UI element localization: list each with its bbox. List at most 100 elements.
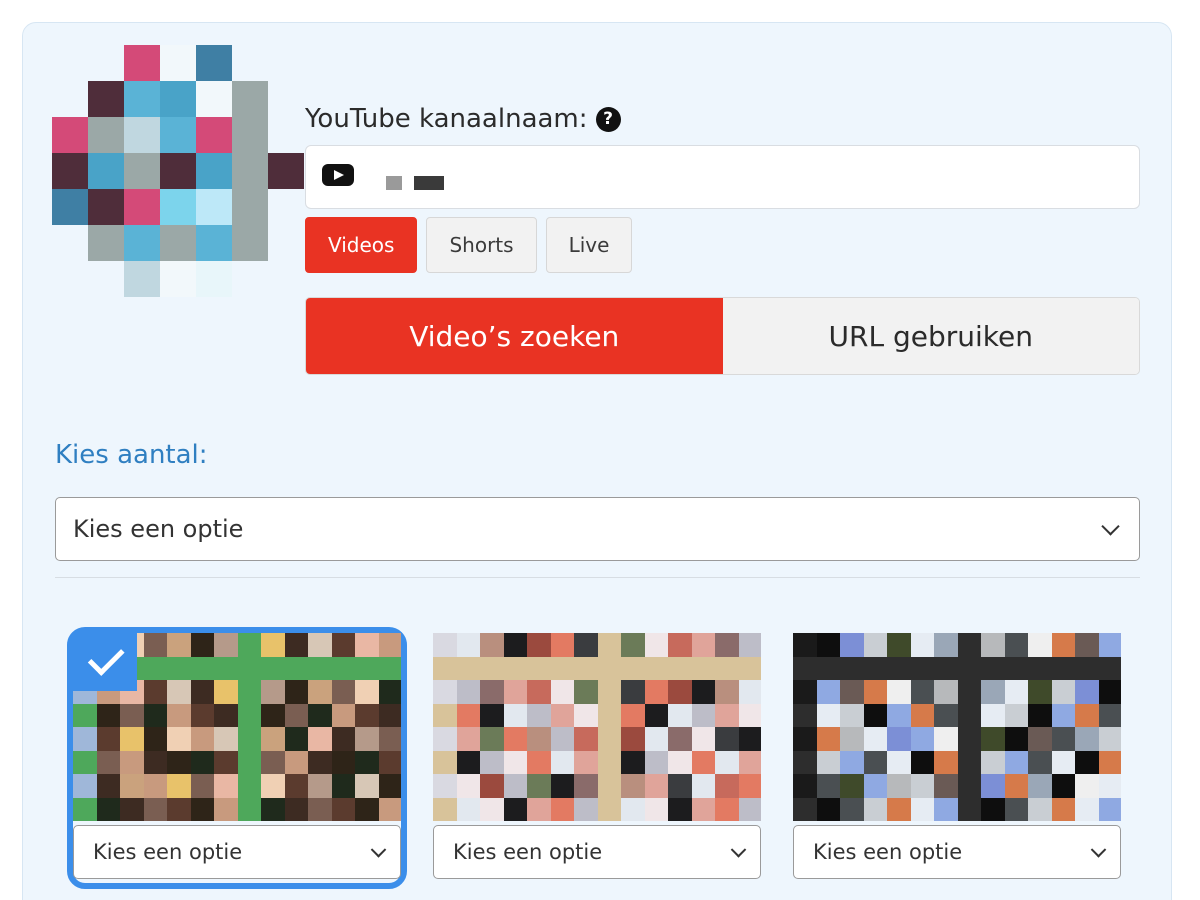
mosaic-pixel bbox=[934, 703, 958, 727]
mosaic-pixel bbox=[816, 680, 840, 704]
mosaic-pixel bbox=[715, 656, 739, 680]
mosaic-pixel bbox=[480, 656, 504, 680]
video-option-select[interactable]: Kies een optie bbox=[433, 825, 761, 879]
mosaic-pixel bbox=[1004, 633, 1028, 657]
mosaic-pixel bbox=[957, 656, 981, 680]
mosaic-pixel bbox=[196, 261, 232, 297]
mosaic-pixel bbox=[981, 656, 1005, 680]
mosaic-pixel bbox=[190, 774, 214, 798]
mosaic-pixel bbox=[550, 633, 574, 657]
video-card[interactable]: Kies een optie bbox=[67, 627, 407, 889]
mosaic-pixel bbox=[715, 680, 739, 704]
mosaic-pixel bbox=[1004, 750, 1028, 774]
mosaic-pixel bbox=[597, 797, 621, 821]
mosaic-pixel bbox=[793, 680, 817, 704]
mosaic-pixel bbox=[331, 750, 355, 774]
mosaic-pixel bbox=[527, 727, 551, 751]
mosaic-pixel bbox=[597, 727, 621, 751]
mosaic-pixel bbox=[738, 633, 761, 657]
mosaic-pixel bbox=[1004, 703, 1028, 727]
mosaic-pixel bbox=[644, 680, 668, 704]
mosaic-pixel bbox=[644, 633, 668, 657]
mosaic-pixel bbox=[503, 774, 527, 798]
mosaic-pixel bbox=[160, 189, 196, 225]
mosaic-pixel bbox=[527, 774, 551, 798]
mosaic-pixel bbox=[887, 633, 911, 657]
mosaic-pixel bbox=[887, 750, 911, 774]
video-option-value: Kies een optie bbox=[813, 840, 963, 864]
mosaic-pixel bbox=[1075, 633, 1099, 657]
mosaic-pixel bbox=[715, 727, 739, 751]
mosaic-pixel bbox=[237, 703, 261, 727]
tab-live[interactable]: Live bbox=[545, 217, 633, 273]
video-card[interactable]: Kies een optie bbox=[433, 633, 761, 883]
mosaic-pixel bbox=[124, 45, 160, 81]
mosaic-pixel bbox=[237, 656, 261, 680]
mosaic-pixel bbox=[480, 797, 504, 821]
mosaic-pixel bbox=[793, 774, 817, 798]
channel-avatar bbox=[52, 45, 304, 297]
mosaic-pixel bbox=[433, 727, 457, 751]
mosaic-pixel bbox=[331, 774, 355, 798]
video-thumbnail[interactable] bbox=[793, 633, 1121, 823]
mosaic-pixel bbox=[910, 797, 934, 821]
mosaic-pixel bbox=[668, 750, 692, 774]
mosaic-pixel bbox=[96, 727, 120, 751]
mosaic-pixel bbox=[668, 727, 692, 751]
mosaic-pixel bbox=[793, 797, 817, 821]
mosaic-pixel bbox=[957, 750, 981, 774]
mosaic-pixel bbox=[456, 680, 480, 704]
video-thumbnail[interactable] bbox=[433, 633, 761, 823]
mosaic-pixel bbox=[597, 703, 621, 727]
mosaic-pixel bbox=[1028, 656, 1052, 680]
question-circle-icon[interactable]: ? bbox=[595, 106, 621, 132]
channel-name-input[interactable] bbox=[305, 145, 1140, 209]
mosaic-pixel bbox=[621, 656, 645, 680]
mode-toggle: Video’s zoeken URL gebruiken bbox=[305, 297, 1140, 375]
mosaic-pixel bbox=[284, 656, 308, 680]
mosaic-pixel bbox=[433, 656, 457, 680]
mosaic-pixel bbox=[190, 656, 214, 680]
mosaic-pixel bbox=[503, 750, 527, 774]
use-url-button[interactable]: URL gebruiken bbox=[722, 298, 1139, 374]
mosaic-pixel bbox=[863, 633, 887, 657]
mosaic-pixel bbox=[816, 633, 840, 657]
mosaic-pixel bbox=[840, 797, 864, 821]
mosaic-pixel bbox=[887, 727, 911, 751]
video-option-select[interactable]: Kies een optie bbox=[73, 825, 401, 879]
mosaic-pixel bbox=[957, 727, 981, 751]
mosaic-pixel bbox=[910, 656, 934, 680]
mosaic-pixel bbox=[691, 633, 715, 657]
mosaic-pixel bbox=[232, 117, 268, 153]
mosaic-pixel bbox=[355, 750, 379, 774]
mosaic-pixel bbox=[73, 727, 97, 751]
mosaic-pixel bbox=[433, 680, 457, 704]
mosaic-pixel bbox=[124, 81, 160, 117]
mosaic-pixel bbox=[1051, 703, 1075, 727]
mosaic-pixel bbox=[1075, 703, 1099, 727]
mosaic-pixel bbox=[196, 81, 232, 117]
tab-shorts[interactable]: Shorts bbox=[426, 217, 537, 273]
tab-videos[interactable]: Videos bbox=[305, 217, 418, 273]
mosaic-pixel bbox=[1075, 774, 1099, 798]
mosaic-pixel bbox=[124, 261, 160, 297]
mosaic-pixel bbox=[597, 633, 621, 657]
mosaic-pixel bbox=[934, 680, 958, 704]
mosaic-pixel bbox=[88, 225, 124, 261]
mosaic-pixel bbox=[527, 680, 551, 704]
mosaic-pixel bbox=[160, 261, 196, 297]
mosaic-pixel bbox=[214, 797, 238, 821]
mosaic-pixel bbox=[527, 703, 551, 727]
count-select[interactable]: Kies een optie bbox=[55, 497, 1140, 561]
mosaic-pixel bbox=[143, 656, 167, 680]
mosaic-pixel bbox=[124, 225, 160, 261]
mosaic-pixel bbox=[1051, 727, 1075, 751]
video-card[interactable]: Kies een optie bbox=[793, 633, 1121, 883]
mosaic-pixel bbox=[621, 633, 645, 657]
mosaic-pixel bbox=[88, 117, 124, 153]
video-option-select[interactable]: Kies een optie bbox=[793, 825, 1121, 879]
search-videos-button[interactable]: Video’s zoeken bbox=[306, 298, 723, 374]
mosaic-pixel bbox=[124, 117, 160, 153]
mosaic-pixel bbox=[957, 774, 981, 798]
mosaic-pixel bbox=[816, 750, 840, 774]
